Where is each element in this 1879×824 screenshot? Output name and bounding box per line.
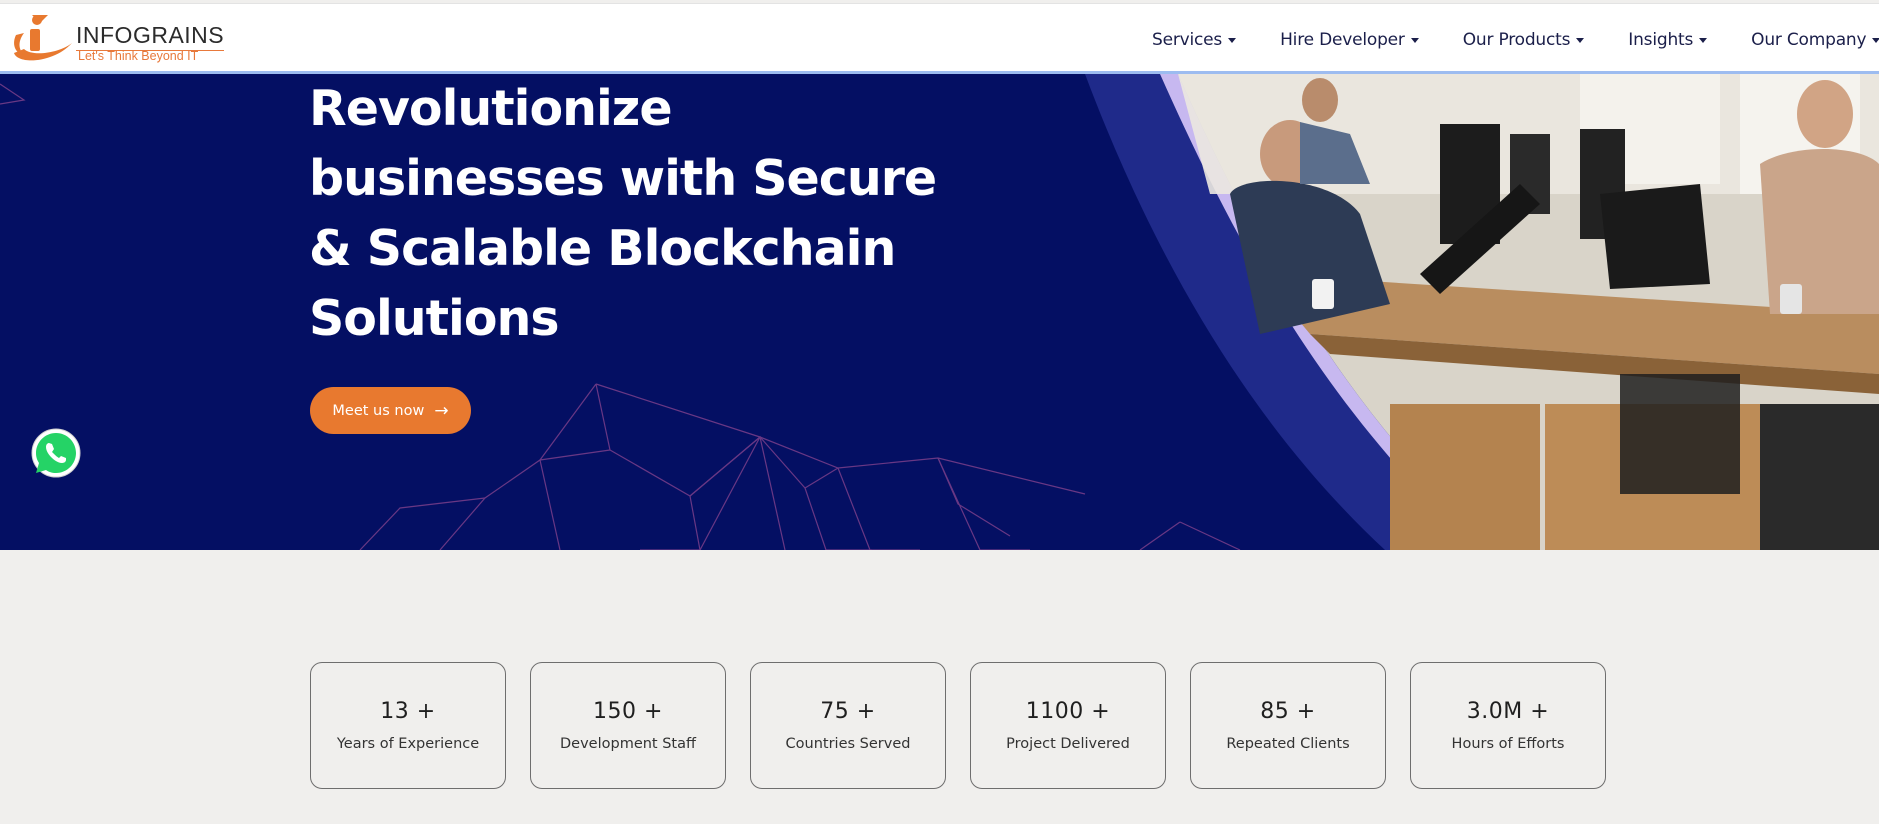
stat-label: Project Delivered xyxy=(1006,736,1130,752)
hero-title: Revolutionize businesses with Secure & S… xyxy=(309,74,949,354)
brand-name: INFOGRAINS xyxy=(76,22,225,51)
caret-down-icon xyxy=(1872,37,1879,43)
caret-down-icon xyxy=(1576,37,1585,43)
caret-down-icon xyxy=(1228,37,1237,43)
stat-card: 3.0M + Hours of Efforts xyxy=(1410,662,1606,789)
nav-our-products[interactable]: Our Products xyxy=(1463,25,1585,55)
stat-label: Countries Served xyxy=(785,736,911,752)
nav-hire-developer[interactable]: Hire Developer xyxy=(1280,25,1419,55)
stats-section: 13 + Years of Experience 150 + Developme… xyxy=(310,662,1606,789)
stat-label: Repeated Clients xyxy=(1226,736,1350,752)
hero-title-line: Solutions xyxy=(309,290,560,347)
stat-value: 1100 + xyxy=(1025,699,1111,724)
cta-label: Meet us now xyxy=(332,402,425,419)
stat-card: 75 + Countries Served xyxy=(750,662,946,789)
stat-value: 3.0M + xyxy=(1466,699,1550,724)
whatsapp-icon[interactable] xyxy=(30,427,82,479)
nav-insights[interactable]: Insights xyxy=(1628,25,1708,55)
nav-item-label: Services xyxy=(1152,30,1223,50)
stat-card: 13 + Years of Experience xyxy=(310,662,506,789)
hero-title-line: businesses with Secure xyxy=(309,150,937,207)
hero-section: Revolutionize businesses with Secure & S… xyxy=(0,74,1879,550)
nav-item-label: Hire Developer xyxy=(1280,30,1405,50)
stat-value: 75 + xyxy=(820,699,876,724)
meet-us-now-button[interactable]: Meet us now → xyxy=(310,387,471,434)
nav-item-label: Our Company xyxy=(1751,30,1867,50)
stat-value: 150 + xyxy=(593,699,663,724)
stat-card: 85 + Repeated Clients xyxy=(1190,662,1386,789)
brand-tagline: Let's Think Beyond IT xyxy=(78,49,199,63)
nav-our-company[interactable]: Our Company xyxy=(1751,25,1879,55)
main-nav: Services Hire Developer Our Products Ins… xyxy=(1152,25,1879,55)
arrow-right-icon: → xyxy=(434,400,449,421)
logo-mark-icon xyxy=(14,15,72,61)
stat-label: Development Staff xyxy=(560,736,696,752)
stat-card: 150 + Development Staff xyxy=(530,662,726,789)
stat-label: Hours of Efforts xyxy=(1451,736,1565,752)
office-photo xyxy=(1178,74,1879,550)
caret-down-icon xyxy=(1699,37,1708,43)
stat-value: 13 + xyxy=(380,699,436,724)
stat-value: 85 + xyxy=(1260,699,1316,724)
nav-services[interactable]: Services xyxy=(1152,25,1237,55)
caret-down-icon xyxy=(1410,37,1419,43)
nav-item-label: Our Products xyxy=(1462,30,1571,50)
hero-title-line: & Scalable Blockchain xyxy=(309,220,896,277)
brand-logo[interactable]: INFOGRAINS Let's Think Beyond IT xyxy=(10,13,230,63)
nav-item-label: Insights xyxy=(1628,30,1694,50)
hero-title-line: Revolutionize xyxy=(309,80,673,137)
stat-card: 1100 + Project Delivered xyxy=(970,662,1166,789)
site-header: INFOGRAINS Let's Think Beyond IT Service… xyxy=(0,3,1879,74)
stat-label: Years of Experience xyxy=(336,736,480,752)
